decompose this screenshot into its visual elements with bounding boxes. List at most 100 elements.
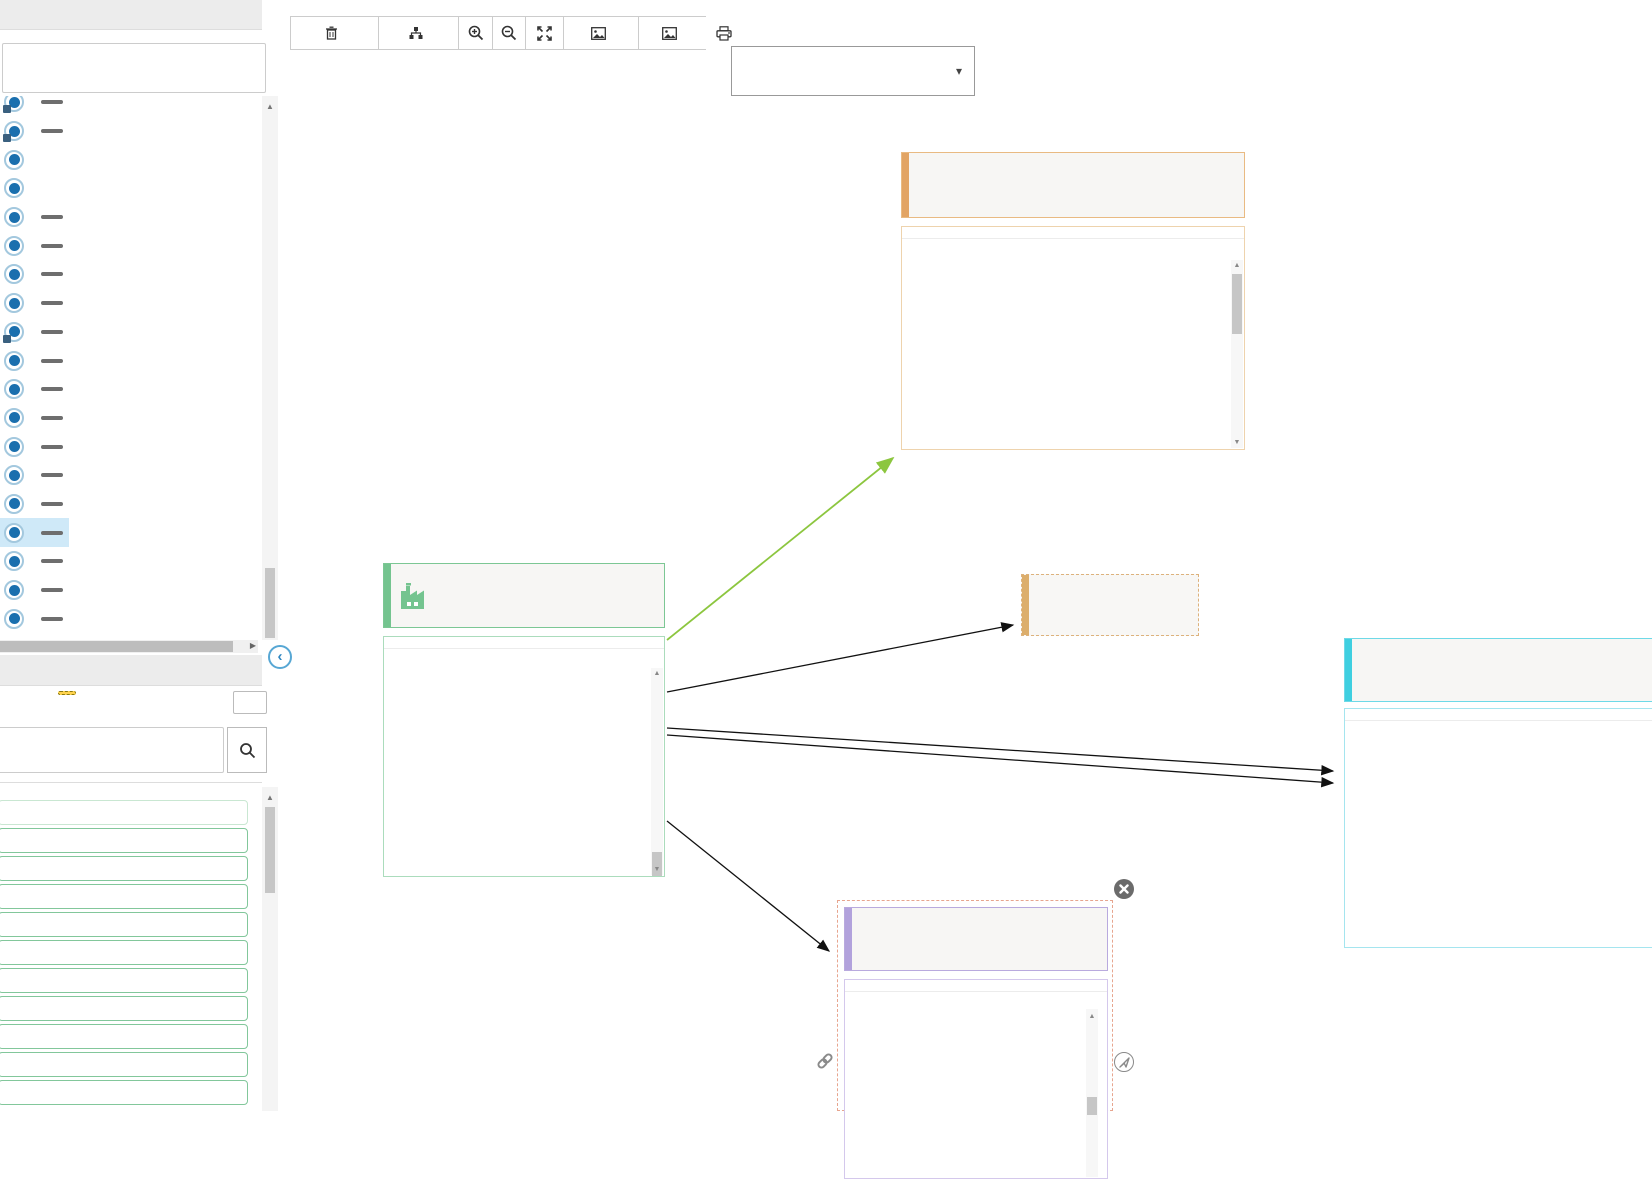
scroll-up-icon[interactable]: ▲ — [262, 793, 278, 802]
class-item-zoning-plan[interactable] — [0, 576, 69, 605]
node-scrollbar-thumb[interactable] — [1232, 274, 1242, 334]
zoom-out-button[interactable] — [492, 16, 526, 50]
node-accent-bar — [845, 908, 852, 970]
node-detail-panel: ▲ — [844, 979, 1108, 1179]
classes-list — [0, 96, 262, 634]
navigate-node-button[interactable] — [1114, 1052, 1134, 1072]
node-header[interactable] — [901, 152, 1245, 218]
classes-hscrollbar-thumb[interactable] — [0, 641, 233, 652]
classes-hscrollbar[interactable]: ▶ — [0, 640, 258, 653]
class-circle-icon — [4, 523, 24, 543]
classes-search-input[interactable] — [2, 43, 266, 93]
node-header[interactable] — [1344, 638, 1652, 702]
edge-type[interactable] — [667, 458, 893, 640]
instance-item[interactable] — [0, 884, 248, 909]
scroll-right-icon[interactable]: ▶ — [250, 641, 256, 650]
remove-node-button[interactable] — [1114, 879, 1134, 899]
expand-arrows-icon — [537, 26, 552, 41]
instance-item[interactable] — [0, 1080, 248, 1105]
class-item-weekday[interactable] — [0, 490, 69, 519]
node-address[interactable] — [1344, 638, 1652, 702]
node-class-zefix-organisation[interactable]: ▲ ▼ — [901, 152, 1245, 218]
trash-icon — [325, 26, 338, 40]
export-png-button[interactable] — [563, 16, 639, 50]
edge-address-1[interactable] — [667, 728, 1333, 771]
node-header[interactable] — [844, 907, 1108, 971]
class-item-vote-procedure[interactable] — [0, 461, 69, 490]
class-item-thing-clipped[interactable] — [0, 96, 69, 117]
class-count-badge — [41, 272, 63, 276]
data-language-select[interactable]: ▾ — [731, 46, 975, 96]
instance-item[interactable] — [0, 856, 248, 881]
node-scrollbar[interactable]: ▲ ▼ — [1231, 260, 1243, 448]
instance-item[interactable] — [0, 1052, 248, 1077]
instance-item[interactable] — [0, 940, 248, 965]
instance-item[interactable] — [0, 828, 248, 853]
class-circle-icon — [4, 551, 24, 571]
class-item-version[interactable] — [0, 346, 69, 375]
instance-item[interactable] — [0, 996, 248, 1021]
scroll-up-icon[interactable]: ▲ — [262, 102, 278, 111]
node-header[interactable] — [383, 563, 665, 628]
class-item-thing[interactable] — [0, 117, 69, 146]
class-item-vehicle-body-type[interactable] — [0, 289, 69, 318]
node-scrollbar[interactable]: ▲ — [1086, 1009, 1098, 1177]
classes-scrollbar[interactable] — [262, 96, 278, 640]
edge-municipality[interactable] — [667, 625, 1013, 692]
has-type-filter-chip[interactable] — [58, 691, 76, 695]
pin-link-button[interactable] — [815, 1051, 835, 1071]
instance-item[interactable] — [0, 800, 248, 825]
node-legalform-0109-selection[interactable]: ▲ — [837, 900, 1113, 1111]
instances-scrollbar-thumb[interactable] — [265, 807, 275, 893]
class-item-transitive-property[interactable] — [0, 203, 69, 232]
node-scrollbar-thumb[interactable] — [652, 852, 662, 877]
node-iri — [384, 637, 664, 649]
class-circle-icon — [4, 178, 24, 198]
scroll-up-icon[interactable]: ▲ — [649, 670, 665, 677]
class-item-zone[interactable] — [0, 547, 69, 576]
class-item-verifiable[interactable] — [0, 318, 69, 347]
scroll-down-icon[interactable]: ▼ — [649, 866, 665, 873]
export-svg-button[interactable] — [638, 16, 707, 50]
node-municipality-261[interactable] — [1021, 574, 1199, 636]
layout-button[interactable] — [378, 16, 459, 50]
instances-search-button[interactable] — [227, 727, 267, 773]
magnifier-plus-icon — [468, 25, 484, 41]
fit-to-screen-button[interactable] — [525, 16, 564, 50]
instances-search-input[interactable] — [0, 727, 224, 773]
print-button[interactable] — [706, 16, 741, 50]
class-item-time[interactable] — [0, 145, 39, 174]
clear-all-button[interactable] — [290, 16, 379, 50]
classes-scrollbar-thumb[interactable] — [265, 568, 275, 638]
scroll-up-icon[interactable]: ▲ — [1084, 1013, 1100, 1020]
compass-arrow-icon — [1116, 1054, 1133, 1071]
scroll-up-icon[interactable]: ▲ — [1229, 262, 1245, 269]
node-company-240345[interactable]: ▲ ▼ — [383, 563, 665, 628]
class-item-tree-list-member[interactable] — [0, 260, 69, 289]
node-scrollbar[interactable]: ▲ ▼ — [651, 668, 663, 875]
zoom-in-button[interactable] — [458, 16, 493, 50]
class-item-view[interactable] — [0, 375, 69, 404]
class-item-time-zone[interactable] — [0, 174, 39, 203]
class-item-zefix-organisation-selected[interactable] — [0, 518, 69, 547]
instance-item[interactable] — [0, 968, 248, 993]
class-item-view[interactable] — [0, 404, 69, 433]
class-item-vocabulary[interactable] — [0, 432, 69, 461]
node-scrollbar-thumb[interactable] — [1087, 1097, 1097, 1115]
sidebar: ▲ ▶ ▲ — [0, 0, 280, 1111]
node-detail-panel — [1344, 708, 1652, 948]
node-accent-bar — [1345, 639, 1352, 701]
class-count-badge — [41, 100, 63, 104]
class-item-treatment[interactable] — [0, 231, 69, 260]
class-circle-icon — [4, 121, 24, 141]
class-item-zoning-price-characteristic[interactable] — [0, 604, 69, 633]
node-header[interactable] — [1021, 574, 1199, 636]
scroll-down-icon[interactable]: ▼ — [1229, 439, 1245, 446]
node-accent-bar — [384, 564, 391, 627]
edge-additional-type[interactable] — [667, 821, 829, 951]
sidebar-collapse-button[interactable]: ‹ — [268, 645, 292, 669]
instance-item[interactable] — [0, 912, 248, 937]
instance-item[interactable] — [0, 1024, 248, 1049]
remove-filter-button[interactable] — [233, 691, 267, 714]
edge-address-2[interactable] — [667, 735, 1333, 783]
